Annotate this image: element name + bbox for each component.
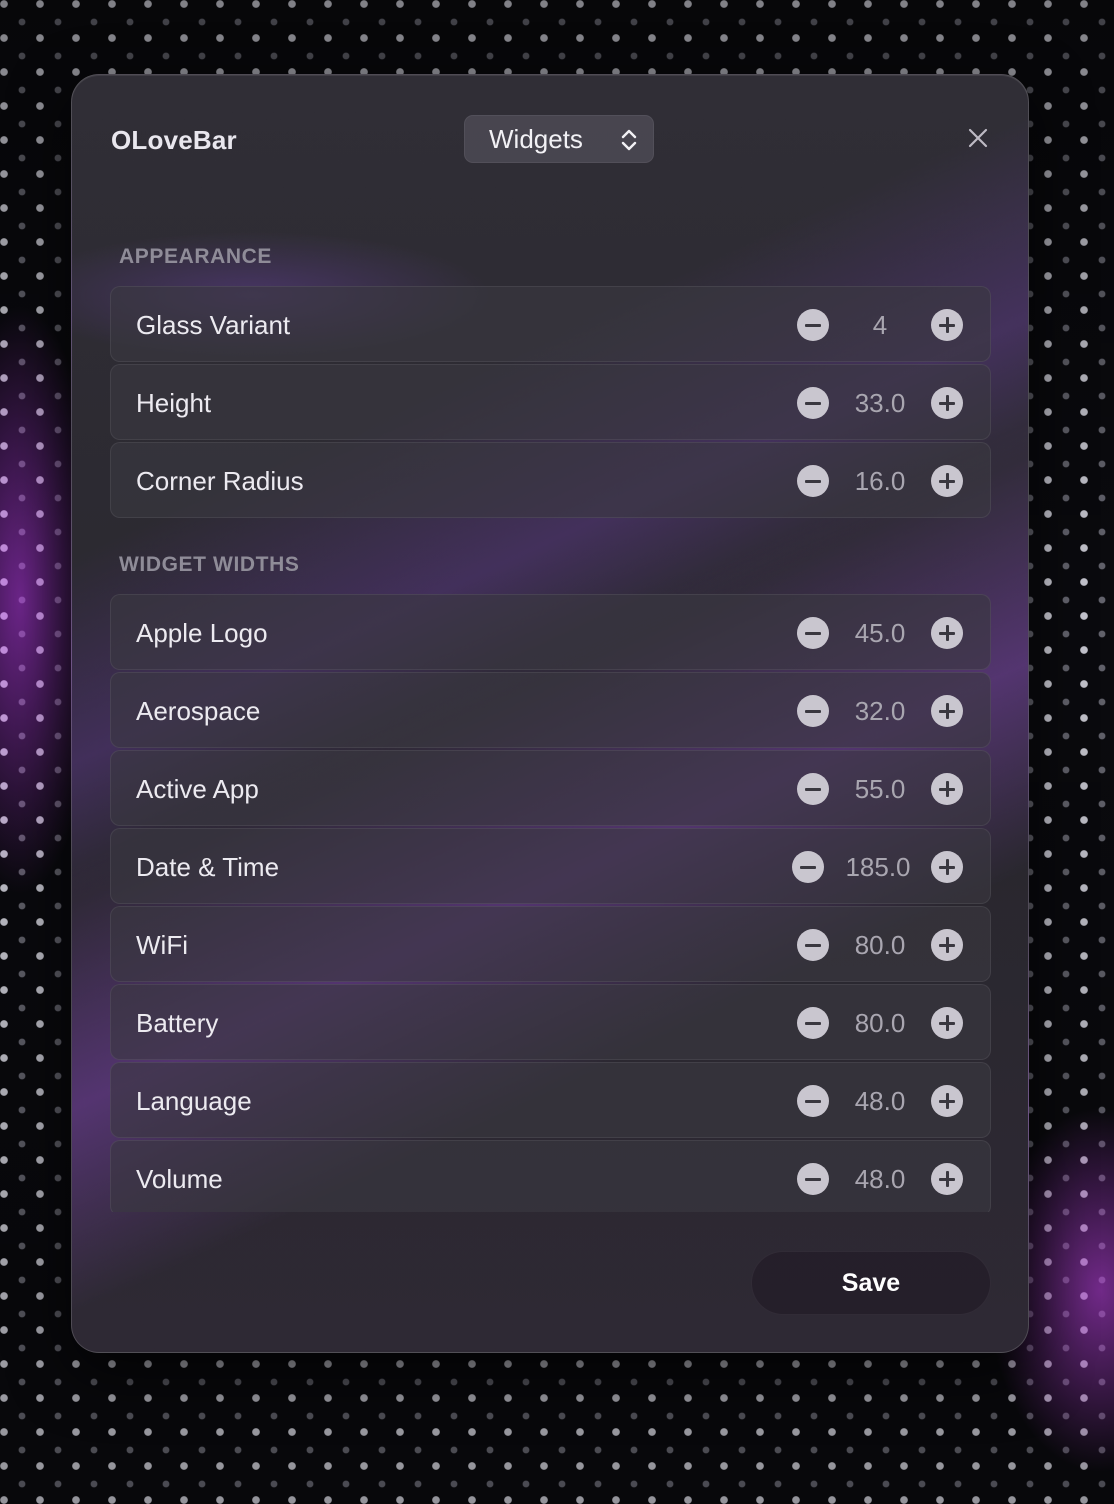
setting-row-apple-logo: Apple Logo 45.0 <box>110 594 991 670</box>
setting-row-date-time: Date & Time 185.0 <box>110 828 991 904</box>
decrement-button[interactable] <box>792 851 824 883</box>
setting-value: 55.0 <box>854 773 906 804</box>
decrement-button[interactable] <box>797 1085 829 1117</box>
decrement-button[interactable] <box>797 309 829 341</box>
setting-row-language: Language 48.0 <box>110 1062 991 1138</box>
close-icon[interactable] <box>965 125 991 151</box>
setting-label: Battery <box>136 1007 219 1038</box>
setting-label: Date & Time <box>136 851 280 882</box>
setting-label: Aerospace <box>136 695 261 726</box>
setting-value: 185.0 <box>845 851 911 882</box>
setting-row-aerospace: Aerospace 32.0 <box>110 672 991 748</box>
decrement-button[interactable] <box>797 1163 829 1195</box>
setting-label: Apple Logo <box>136 617 268 648</box>
setting-value: 80.0 <box>854 929 906 960</box>
setting-value: 48.0 <box>854 1085 906 1116</box>
increment-button[interactable] <box>931 1007 963 1039</box>
setting-value: 80.0 <box>854 1007 906 1038</box>
decrement-button[interactable] <box>797 465 829 497</box>
increment-button[interactable] <box>931 465 963 497</box>
view-selector-value: Widgets <box>489 123 583 154</box>
setting-value: 33.0 <box>854 387 906 418</box>
decrement-button[interactable] <box>797 929 829 961</box>
save-button[interactable]: Save <box>751 1251 991 1315</box>
setting-row-height: Height 33.0 <box>110 364 991 440</box>
decrement-button[interactable] <box>797 695 829 727</box>
app-title: OLoveBar <box>111 125 237 155</box>
increment-button[interactable] <box>931 309 963 341</box>
setting-value: 4 <box>872 309 888 340</box>
settings-window: OLoveBar Widgets APPEARANCE Glass Varian… <box>71 74 1029 1353</box>
increment-button[interactable] <box>931 1085 963 1117</box>
setting-row-battery: Battery 80.0 <box>110 984 991 1060</box>
setting-row-volume: Volume 48.0 <box>110 1140 991 1212</box>
increment-button[interactable] <box>931 773 963 805</box>
increment-button[interactable] <box>931 1163 963 1195</box>
setting-label: Glass Variant <box>136 309 291 340</box>
decrement-button[interactable] <box>797 617 829 649</box>
setting-row-active-app: Active App 55.0 <box>110 750 991 826</box>
decrement-button[interactable] <box>797 1007 829 1039</box>
increment-button[interactable] <box>931 695 963 727</box>
widget-widths-scroll-area[interactable]: Apple Logo 45.0 Aerospace 32.0 Active Ap… <box>110 594 991 1212</box>
increment-button[interactable] <box>931 387 963 419</box>
section-heading-appearance: APPEARANCE <box>119 245 273 268</box>
setting-value: 45.0 <box>854 617 906 648</box>
view-selector[interactable]: Widgets <box>464 115 654 163</box>
decrement-button[interactable] <box>797 773 829 805</box>
chevron-up-down-icon <box>621 129 637 151</box>
decrement-button[interactable] <box>797 387 829 419</box>
increment-button[interactable] <box>931 617 963 649</box>
setting-row-wifi: WiFi 80.0 <box>110 906 991 982</box>
setting-value: 48.0 <box>854 1163 906 1194</box>
setting-label: Language <box>136 1085 252 1116</box>
setting-label: WiFi <box>136 929 188 960</box>
setting-value: 32.0 <box>854 695 906 726</box>
increment-button[interactable] <box>931 929 963 961</box>
setting-value: 16.0 <box>854 465 906 496</box>
setting-label: Active App <box>136 773 259 804</box>
setting-label: Height <box>136 387 212 418</box>
increment-button[interactable] <box>931 851 963 883</box>
setting-label: Volume <box>136 1163 223 1194</box>
setting-label: Corner Radius <box>136 465 304 496</box>
section-heading-widget-widths: WIDGET WIDTHS <box>119 553 300 576</box>
setting-row-glass-variant: Glass Variant 4 <box>110 286 991 362</box>
setting-row-corner-radius: Corner Radius 16.0 <box>110 442 991 518</box>
